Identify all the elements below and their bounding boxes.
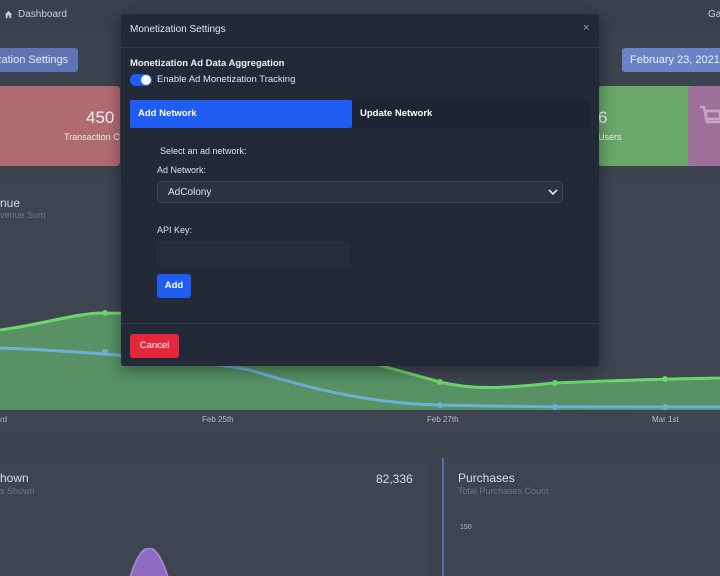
- x-tick-label: Feb 27th: [427, 415, 459, 424]
- chevron-down-icon: [548, 189, 558, 196]
- purchases-subtitle: Total Purchases Count: [458, 486, 549, 496]
- data-point: [662, 376, 668, 382]
- ads-shown-subtitle: s Shown: [0, 486, 35, 496]
- add-button[interactable]: Add: [157, 274, 191, 298]
- date-range-button[interactable]: February 23, 2021 -: [622, 48, 720, 72]
- x-tick-label: Feb 25th: [202, 415, 234, 424]
- data-point: [437, 379, 443, 385]
- data-point: [552, 404, 558, 410]
- ad-network-label: Ad Network:: [157, 165, 207, 175]
- api-key-label: API Key:: [157, 225, 193, 235]
- ads-shown-value: 82,336: [376, 472, 413, 486]
- x-tick-label: Mar 1st: [652, 415, 679, 424]
- purchases-title: Purchases: [458, 471, 515, 485]
- user-menu-label[interactable]: Ga: [708, 9, 720, 20]
- data-point: [437, 402, 443, 408]
- y-tick-label: 150: [460, 524, 472, 531]
- toggle-knob: [141, 75, 151, 85]
- breadcrumb[interactable]: Dashboard: [4, 9, 67, 20]
- purchases-card: [688, 86, 720, 166]
- purchases-panel: Purchases Total Purchases Count: [442, 458, 720, 576]
- modal-divider: [121, 47, 599, 48]
- x-tick-label: rd: [0, 415, 8, 424]
- data-point: [102, 349, 108, 355]
- ad-network-value: AdColony: [168, 187, 212, 198]
- data-point: [662, 404, 668, 410]
- ads-shown-chart-peak: [129, 548, 169, 576]
- tab-update-network[interactable]: Update Network: [352, 100, 589, 128]
- close-icon[interactable]: ×: [583, 22, 589, 34]
- select-prompt: Select an ad network:: [160, 146, 247, 156]
- users-card: 6 Users: [598, 86, 700, 166]
- aggregation-settings-button[interactable]: zation Settings: [0, 48, 79, 72]
- data-point: [102, 310, 108, 316]
- cancel-button[interactable]: Cancel: [130, 334, 179, 358]
- transactions-card: 450 Transaction C: [0, 86, 120, 166]
- transactions-value: 450: [86, 108, 115, 127]
- modal-footer-divider: [121, 323, 599, 324]
- home-icon: [4, 10, 13, 19]
- modal-title: Monetization Settings: [130, 24, 226, 35]
- monetization-settings-modal: Monetization Settings × Monetization Ad …: [121, 14, 599, 366]
- ad-network-select[interactable]: AdColony: [157, 181, 563, 203]
- ads-shown-panel: hown s Shown: [0, 458, 428, 576]
- breadcrumb-label: Dashboard: [18, 9, 67, 20]
- users-value: 6: [598, 108, 608, 127]
- transactions-label: Transaction C: [64, 132, 120, 142]
- ads-shown-title: hown: [0, 471, 29, 485]
- toggle-label: Enable Ad Monetization Tracking: [157, 74, 296, 85]
- ad-monetization-toggle[interactable]: [130, 74, 152, 86]
- section-title: Monetization Ad Data Aggregation: [130, 58, 285, 69]
- api-key-input[interactable]: [157, 242, 349, 266]
- tab-add-network[interactable]: Add Network: [130, 100, 352, 128]
- cart-icon: [700, 105, 720, 124]
- users-label: Users: [598, 132, 622, 142]
- data-point: [552, 380, 558, 386]
